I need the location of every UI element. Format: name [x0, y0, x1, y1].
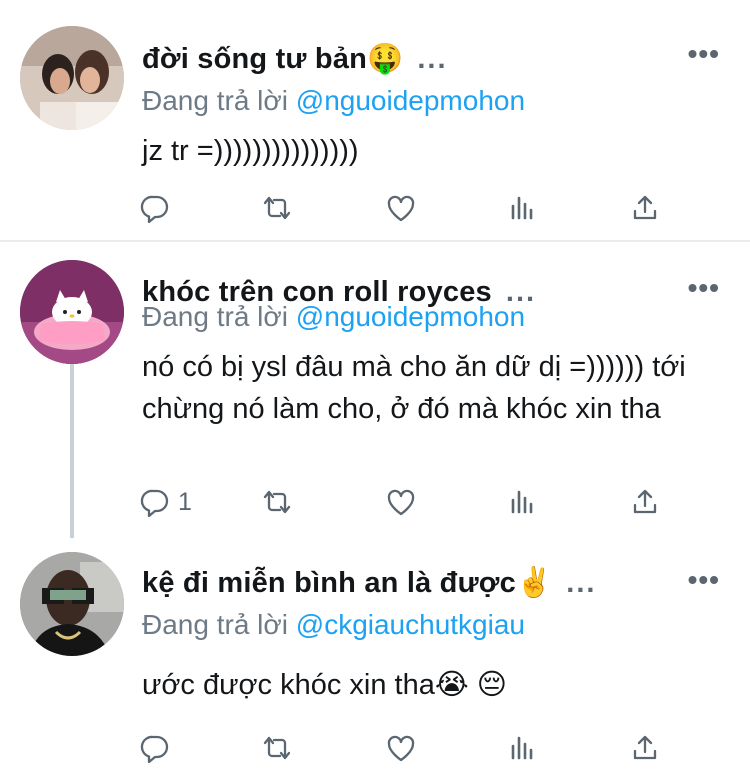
analytics-icon — [511, 736, 533, 760]
more-icon[interactable]: ••• — [688, 40, 720, 68]
reply-icon — [140, 195, 169, 223]
like-icon — [387, 195, 415, 222]
reply-icon — [140, 735, 169, 763]
like-icon — [387, 489, 415, 516]
display-name[interactable]: đời sống tư bản🤑... — [142, 42, 448, 76]
retweet-button[interactable] — [262, 482, 292, 522]
tweet-actions — [140, 188, 680, 228]
reply-context: Đang trả lời @nguoidepmohon — [142, 85, 525, 117]
avatar[interactable] — [20, 552, 124, 656]
like-button[interactable] — [386, 728, 416, 768]
reply-prefix: Đang trả lời — [142, 609, 288, 640]
analytics-button[interactable] — [508, 188, 538, 228]
reply-context: Đang trả lời @nguoidepmohon — [142, 301, 525, 333]
retweet-icon — [263, 490, 291, 514]
reply-button[interactable] — [140, 728, 178, 768]
money-glasses-person-icon — [20, 552, 124, 656]
retweet-icon — [263, 196, 291, 220]
reply-handle-link[interactable]: @nguoidepmohon — [296, 85, 525, 116]
avatar[interactable] — [20, 260, 124, 364]
retweet-icon — [263, 736, 291, 760]
tweet-1[interactable]: đời sống tư bản🤑... ••• Đang trả lời @ng… — [0, 0, 750, 242]
tweet-3[interactable]: kệ đi miễn bình an là được✌️... ••• Đang… — [0, 538, 750, 782]
like-icon — [387, 735, 415, 762]
more-icon[interactable]: ••• — [688, 566, 720, 594]
display-name-text[interactable]: đời sống tư bản🤑 — [142, 43, 403, 75]
share-button[interactable] — [630, 482, 660, 522]
share-icon — [633, 735, 657, 760]
share-button[interactable] — [630, 728, 660, 768]
tweet-actions: 1 — [140, 482, 680, 522]
tweet-text: ước được khóc xin tha😭 😔 — [142, 669, 508, 701]
display-name-text[interactable]: kệ đi miễn bình an là được✌️ — [142, 567, 552, 599]
reply-button[interactable] — [140, 188, 178, 228]
like-button[interactable] — [386, 482, 416, 522]
tweet-2[interactable]: khóc trên con roll royces... ••• Đang tr… — [0, 242, 750, 538]
reply-handle-link[interactable]: @ckgiauchutkgiau — [296, 609, 525, 640]
like-button[interactable] — [386, 188, 416, 228]
thread-line — [70, 364, 74, 538]
tweet-text: nó có bị ysl đâu mà cho ăn dữ dị =))))))… — [142, 351, 686, 425]
reply-prefix: Đang trả lời — [142, 85, 288, 116]
avatar[interactable] — [20, 26, 124, 130]
reply-handle-link[interactable]: @nguoidepmohon — [296, 301, 525, 332]
reply-button[interactable]: 1 — [140, 482, 192, 522]
analytics-icon — [511, 196, 533, 220]
hello-kitty-bed-icon — [20, 260, 124, 364]
analytics-icon — [511, 490, 533, 514]
reply-icon — [140, 489, 169, 517]
more-icon[interactable]: ••• — [688, 274, 720, 302]
share-button[interactable] — [630, 188, 660, 228]
display-name[interactable]: kệ đi miễn bình an là được✌️... — [142, 566, 596, 600]
tweet-actions — [140, 728, 680, 768]
share-icon — [633, 489, 657, 514]
name-ellipsis: ... — [566, 567, 597, 599]
tweet-text: jz tr =))))))))))))))) — [142, 135, 359, 167]
reply-context: Đang trả lời @ckgiauchutkgiau — [142, 609, 525, 641]
retweet-button[interactable] — [262, 728, 292, 768]
share-icon — [633, 195, 657, 220]
analytics-button[interactable] — [508, 728, 538, 768]
retweet-button[interactable] — [262, 188, 292, 228]
two-women-photo-icon — [20, 26, 124, 130]
analytics-button[interactable] — [508, 482, 538, 522]
name-ellipsis: ... — [417, 43, 448, 75]
reply-prefix: Đang trả lời — [142, 301, 288, 332]
reply-count: 1 — [178, 487, 192, 516]
